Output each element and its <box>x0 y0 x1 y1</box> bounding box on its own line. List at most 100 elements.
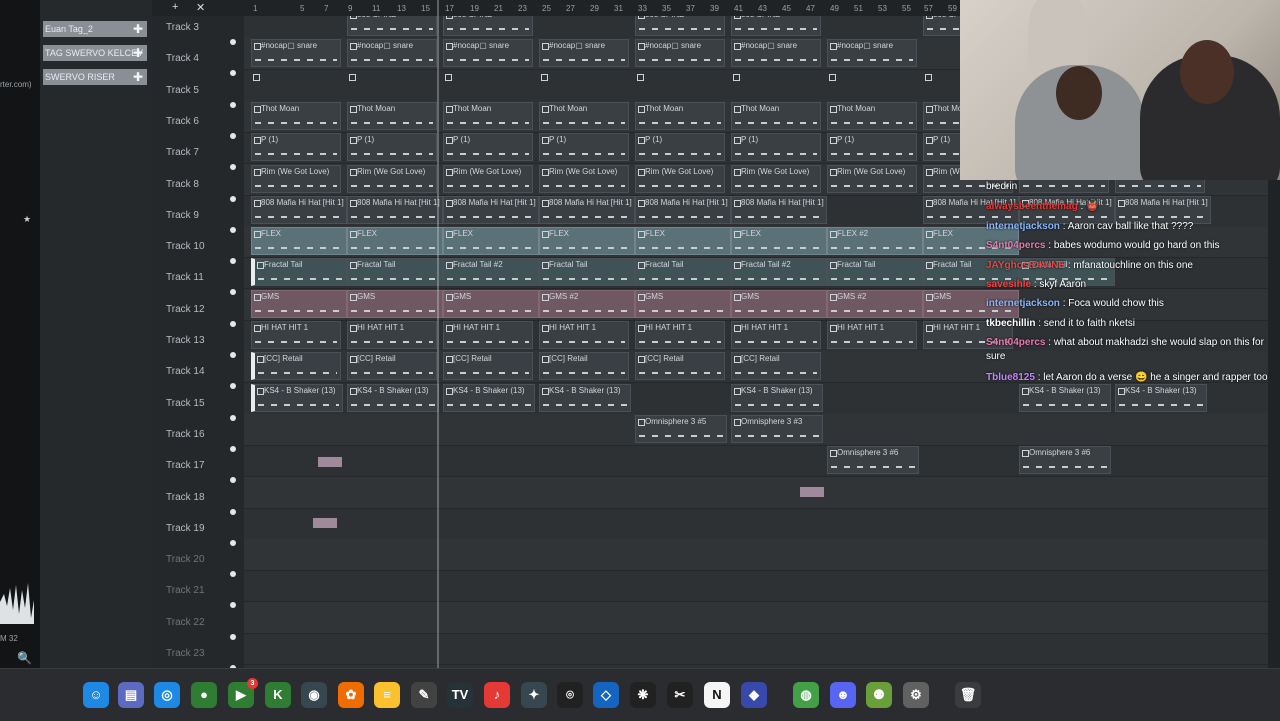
plus-icon[interactable]: ✚ <box>133 21 143 37</box>
pattern-clip[interactable]: 808 SPINZ <box>635 16 725 36</box>
finder-icon[interactable]: ☺ <box>83 682 109 708</box>
track-mute-dot[interactable] <box>230 414 236 421</box>
track-mute-dot[interactable] <box>230 508 236 515</box>
pattern-clip[interactable]: 808 SPINZ <box>347 16 437 36</box>
pattern-clip[interactable]: Rim (We Got Love) <box>635 164 725 193</box>
fl-studio-icon[interactable]: ✿ <box>338 682 364 708</box>
pattern-clip[interactable]: P (1) <box>539 133 629 162</box>
track-mute-dot[interactable] <box>230 39 236 45</box>
pattern-clip[interactable]: FLEX <box>731 227 827 256</box>
track-mute-dot[interactable] <box>230 539 236 546</box>
empty-clip-icon[interactable] <box>829 73 836 81</box>
pattern-clip[interactable]: Omnisphere 3 #3 <box>731 414 823 443</box>
davinci-icon[interactable]: ✦ <box>521 682 547 708</box>
track-mute-dot[interactable] <box>230 352 236 358</box>
pattern-clip[interactable]: Fractal Tail <box>827 258 923 287</box>
app-icon[interactable]: ◆ <box>741 682 767 708</box>
playhead[interactable] <box>437 0 439 668</box>
track-mute-dot[interactable] <box>230 320 236 327</box>
pattern-clip[interactable]: Fractal Tail #2 <box>731 258 827 287</box>
pattern-clip[interactable]: Fractal Tail <box>635 258 731 287</box>
pattern-clip[interactable]: [CC] Retail <box>251 352 341 381</box>
track-mute-dot[interactable] <box>230 132 236 139</box>
track-mute-dot[interactable] <box>230 445 236 452</box>
pattern-clip[interactable]: KS4 - B Shaker (13) <box>443 383 535 412</box>
pattern-clip[interactable]: GMS <box>635 289 731 318</box>
pattern-clip[interactable]: Thot Moan <box>539 101 629 130</box>
pattern-clip[interactable]: 808 Mafia Hi Hat [Hit 1] <box>539 195 635 224</box>
notion-icon[interactable]: N <box>704 682 730 708</box>
track-label[interactable]: Track 9 <box>166 210 199 221</box>
empty-clip-icon[interactable] <box>925 73 932 81</box>
pattern-clip[interactable]: GMS <box>251 289 347 318</box>
pattern-clip[interactable]: Fractal Tail <box>251 258 347 287</box>
track-mute-dot[interactable] <box>230 258 236 265</box>
track-label[interactable]: Track 10 <box>166 241 205 252</box>
pattern-clip[interactable]: P (1) <box>731 133 821 162</box>
empty-clip-icon[interactable] <box>445 73 452 81</box>
track-row[interactable]: Omnisphere 3 #6 Omnisphere 3 #6 <box>244 445 1268 478</box>
vscode-icon[interactable]: ◇ <box>593 682 619 708</box>
pattern-clip[interactable]: #nocap▢ snare <box>443 39 533 68</box>
pattern-clip[interactable]: 808 Mafia Hi Hat [Hit 1] <box>347 195 443 224</box>
track-mute-dot[interactable] <box>230 571 236 578</box>
track-row[interactable] <box>244 633 1268 665</box>
track-label[interactable]: Track 7 <box>166 147 199 158</box>
facetime-icon[interactable]: ▶ 3 <box>228 678 258 708</box>
pattern-clip[interactable]: GMS #2 <box>539 289 635 318</box>
pattern-clip[interactable]: P (1) <box>251 133 341 162</box>
plus-icon[interactable]: ✚ <box>133 45 143 61</box>
track-label[interactable]: Track 6 <box>166 116 199 127</box>
pattern-clip[interactable]: Omnisphere 3 #6 <box>1019 446 1111 475</box>
track-row[interactable]: KS4 - B Shaker (13) KS4 - B Shaker (13) KS… <box>244 383 1268 415</box>
pattern-clip[interactable]: 808 Mafia Hi Hat [Hit 1] <box>251 195 347 224</box>
pattern-clip[interactable]: Thot Moan <box>347 101 437 130</box>
track-mute-dot[interactable] <box>230 226 236 233</box>
track-row[interactable] <box>244 570 1268 603</box>
pattern-clip[interactable]: KS4 - B Shaker (13) <box>731 383 823 412</box>
pattern-clip[interactable]: KS4 - B Shaker (13) <box>1019 383 1111 412</box>
chat-username[interactable]: alwaysbeenthemag <box>986 201 1078 212</box>
capcut-icon[interactable]: ✂ <box>667 682 693 708</box>
empty-clip-icon[interactable] <box>541 73 548 81</box>
chat-username[interactable]: JAYghostDIVINE <box>986 260 1065 271</box>
pattern-clip[interactable]: KS4 - B Shaker (13) <box>1115 383 1207 412</box>
pattern-clip[interactable]: HI HAT HIT 1 <box>635 321 725 349</box>
chat-username[interactable]: S4nt04percs <box>986 337 1045 348</box>
track-label[interactable]: Track 12 <box>166 304 205 315</box>
pattern-clip[interactable]: KS4 - B Shaker (13) <box>539 383 631 412</box>
pattern-clip[interactable]: Thot Moan <box>251 101 341 130</box>
track-label[interactable]: Track 19 <box>166 523 205 534</box>
pen-icon[interactable]: ✎ <box>411 682 437 708</box>
track-label[interactable]: Track 11 <box>166 272 204 283</box>
pattern-clip[interactable]: 808 SPINZ <box>443 16 533 36</box>
star-icon[interactable]: ★ <box>23 214 31 225</box>
pattern-clip[interactable]: #nocap▢ snare <box>827 39 917 68</box>
pattern-clip[interactable]: FLEX <box>251 227 347 256</box>
track-label[interactable]: Track 14 <box>166 366 205 377</box>
track-row[interactable] <box>244 508 1268 540</box>
pattern-clip[interactable]: GMS <box>731 289 827 318</box>
track-label[interactable]: Track 18 <box>166 492 205 503</box>
empty-clip-icon[interactable] <box>637 73 644 81</box>
kontakt-icon[interactable]: K <box>265 682 291 708</box>
github-icon[interactable]: ⌾ <box>557 682 583 708</box>
pattern-clip[interactable]: HI HAT HIT 1 <box>731 321 821 349</box>
notes-icon[interactable]: ≡ <box>374 682 400 708</box>
close-icon[interactable]: ✕ <box>196 1 205 14</box>
pattern-clip[interactable]: Thot Moan <box>635 101 725 130</box>
obs-icon[interactable]: ◉ <box>301 682 327 708</box>
pattern-clip[interactable]: HI HAT HIT 1 <box>347 321 437 349</box>
pattern-clip[interactable]: Rim (We Got Love) <box>539 164 629 193</box>
pattern-clip[interactable]: HI HAT HIT 1 <box>251 321 341 349</box>
music-icon[interactable]: ♪ <box>484 682 510 708</box>
pattern-clip[interactable]: HI HAT HIT 1 <box>827 321 917 349</box>
pattern-clip[interactable]: Fractal Tail <box>539 258 635 287</box>
track-label[interactable]: Track 13 <box>166 335 205 346</box>
tradingview-icon[interactable]: TV <box>447 682 473 708</box>
pattern-clip[interactable]: [CC] Retail <box>731 352 821 381</box>
pattern-clip[interactable]: Rim (We Got Love) <box>827 164 917 193</box>
pattern-clip[interactable]: [CC] Retail <box>635 352 725 381</box>
empty-clip-icon[interactable] <box>733 73 740 81</box>
pattern-clip[interactable]: Thot Moan <box>731 101 821 130</box>
